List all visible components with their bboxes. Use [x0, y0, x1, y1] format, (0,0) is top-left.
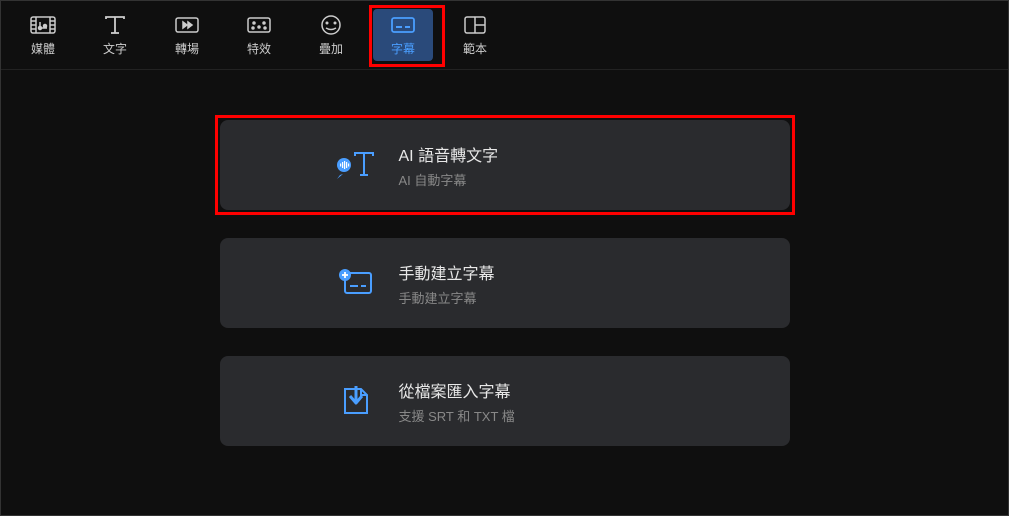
media-icon	[30, 14, 56, 36]
option-text: AI 語音轉文字 AI 自動字幕	[399, 142, 499, 189]
tab-label: 轉場	[175, 40, 199, 57]
speech-to-text-icon	[335, 147, 375, 183]
effect-icon	[246, 14, 272, 36]
option-title: 從檔案匯入字幕	[399, 378, 515, 402]
subtitle-icon	[390, 14, 416, 36]
content-area: AI 語音轉文字 AI 自動字幕 手動建立字幕 手動建立字幕	[1, 70, 1008, 446]
option-subtitle: 支援 SRT 和 TXT 檔	[399, 406, 515, 425]
transition-icon	[174, 14, 200, 36]
option-subtitle: 手動建立字幕	[399, 288, 495, 307]
tab-label: 字幕	[391, 40, 415, 57]
overlay-icon	[318, 14, 344, 36]
top-tabs: 媒體 文字 轉場	[1, 1, 1008, 70]
text-icon	[102, 14, 128, 36]
highlight-marker	[215, 115, 795, 215]
tab-template[interactable]: 範本	[445, 9, 505, 61]
option-text: 手動建立字幕 手動建立字幕	[399, 260, 495, 307]
import-file-icon	[335, 383, 375, 419]
tab-subtitle[interactable]: 字幕	[373, 9, 433, 61]
manual-subtitle-icon	[335, 265, 375, 301]
option-import-subtitle[interactable]: 從檔案匯入字幕 支援 SRT 和 TXT 檔	[220, 356, 790, 446]
tab-label: 範本	[463, 40, 487, 57]
tab-text[interactable]: 文字	[85, 9, 145, 61]
tab-label: 疊加	[319, 40, 343, 57]
option-manual-subtitle[interactable]: 手動建立字幕 手動建立字幕	[220, 238, 790, 328]
tab-transition[interactable]: 轉場	[157, 9, 217, 61]
option-text: 從檔案匯入字幕 支援 SRT 和 TXT 檔	[399, 378, 515, 425]
tab-media[interactable]: 媒體	[13, 9, 73, 61]
tab-overlay[interactable]: 疊加	[301, 9, 361, 61]
tab-label: 媒體	[31, 40, 55, 57]
option-subtitle: AI 自動字幕	[399, 170, 499, 189]
template-icon	[462, 14, 488, 36]
tab-label: 文字	[103, 40, 127, 57]
tab-label: 特效	[247, 40, 271, 57]
option-title: 手動建立字幕	[399, 260, 495, 284]
option-title: AI 語音轉文字	[399, 142, 499, 166]
option-ai-speech-to-text[interactable]: AI 語音轉文字 AI 自動字幕	[220, 120, 790, 210]
tab-effect[interactable]: 特效	[229, 9, 289, 61]
